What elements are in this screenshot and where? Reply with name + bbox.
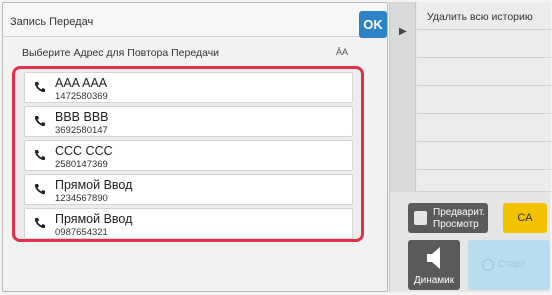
- history-menu: Удалить всю историю: [417, 2, 551, 192]
- list-item[interactable]: BBB BBB 3692580147: [24, 106, 353, 137]
- ok-button[interactable]: OK: [359, 11, 387, 38]
- delete-all-history-label: Удалить всю историю: [427, 11, 533, 23]
- title-bar: Запись Передач OK: [3, 3, 387, 38]
- history-menu-item: [417, 58, 551, 86]
- instruction-text: Выберите Адрес для Повтора Передачи: [22, 47, 220, 59]
- address-list: AAA AAA 1472580369 BBB BBB 3692580147 CC…: [12, 66, 364, 242]
- list-item[interactable]: AAA AAA 1472580369: [24, 72, 353, 103]
- speaker-icon: [427, 247, 440, 269]
- preview-label-line2: Просмотр: [433, 219, 479, 230]
- entry-number: 2580147369: [55, 159, 108, 170]
- entry-number: 0987654321: [55, 227, 108, 238]
- list-item[interactable]: Прямой Ввод 0987654321: [24, 208, 353, 239]
- entry-number: 1234567890: [55, 193, 108, 204]
- phone-icon: [34, 184, 45, 195]
- phone-icon: [34, 116, 45, 127]
- entry-number: 1472580369: [55, 91, 108, 102]
- phone-icon: [34, 150, 45, 161]
- history-menu-item: [417, 114, 551, 142]
- speaker-button[interactable]: Динамик: [408, 240, 460, 290]
- list-item[interactable]: Прямой Ввод 1234567890: [24, 174, 353, 205]
- entry-number: 3692580147: [55, 125, 108, 136]
- preview-button[interactable]: Предварит. Просмотр: [408, 203, 488, 233]
- history-menu-item: [417, 86, 551, 114]
- entry-name: AAA AAA: [55, 76, 108, 90]
- clear-all-button[interactable]: CA: [503, 203, 547, 233]
- action-panel: ▶ Удалить всю историю Предварит. Просмот…: [389, 2, 551, 292]
- start-icon: [482, 259, 494, 271]
- expand-arrow-icon: ▶: [399, 26, 407, 37]
- speaker-label: Динамик: [413, 275, 455, 286]
- history-menu-item: [417, 30, 551, 58]
- phone-icon: [34, 82, 45, 93]
- font-size-icon[interactable]: Ā A: [336, 47, 352, 61]
- preview-label-line1: Предварит.: [433, 207, 486, 218]
- entry-name: CCC CCC: [55, 144, 113, 158]
- entry-name: Прямой Ввод: [55, 178, 133, 192]
- history-menu-item: [417, 142, 551, 170]
- start-button[interactable]: Старт: [468, 240, 550, 290]
- transmission-log-panel: Запись Передач OK Выберите Адрес для Пов…: [2, 2, 388, 292]
- panel-toggle[interactable]: ▶: [390, 2, 416, 192]
- history-menu-item[interactable]: Удалить всю историю: [417, 2, 551, 30]
- list-item[interactable]: CCC CCC 2580147369: [24, 140, 353, 171]
- entry-name: Прямой Ввод: [55, 212, 133, 226]
- start-label: Старт: [498, 259, 526, 270]
- entry-name: BBB BBB: [55, 110, 109, 124]
- history-menu-item: [417, 170, 551, 192]
- page-title: Запись Передач: [10, 16, 94, 28]
- screen: Запись Передач OK Выберите Адрес для Пов…: [0, 0, 552, 295]
- preview-icon: [414, 211, 427, 225]
- phone-icon: [34, 218, 45, 229]
